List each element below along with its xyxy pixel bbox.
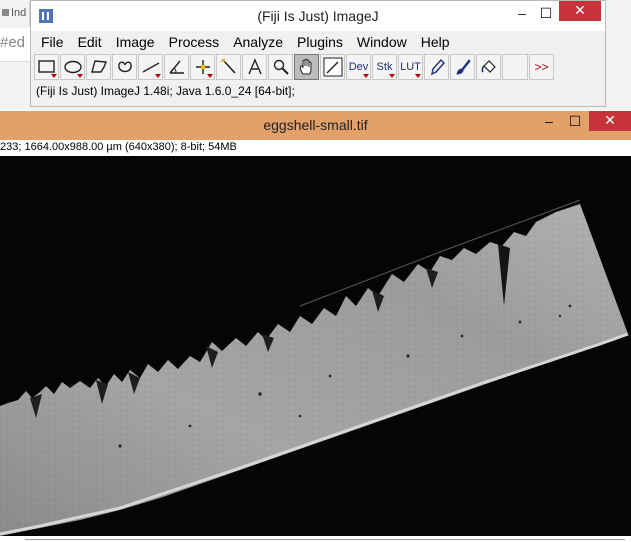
pencil-tool[interactable] (424, 54, 449, 80)
image-canvas[interactable] (0, 156, 631, 536)
line-tool[interactable] (138, 54, 163, 80)
image-info-line: 233; 1664.00x988.00 µm (640x380); 8-bit;… (0, 141, 237, 153)
lut-menu-tool[interactable]: LUT (398, 54, 423, 80)
freehand-tool[interactable] (112, 54, 137, 80)
stk-menu-tool[interactable]: Stk (372, 54, 397, 80)
magnifier-tool[interactable] (268, 54, 293, 80)
image-window: eggshell-small.tif – ☐ ✕ 233; 1664.00x98… (0, 111, 631, 542)
imagej-titlebar[interactable]: (Fiji Is Just) ImageJ – ☐ ✕ (31, 1, 605, 31)
angle-icon (168, 60, 184, 74)
background-tab[interactable]: Ind (0, 2, 30, 26)
hand-icon (299, 58, 311, 75)
tab-icon (2, 9, 9, 16)
empty-tool-slot (502, 54, 528, 80)
menu-file[interactable]: File (34, 32, 71, 52)
polygon-tool[interactable] (86, 54, 111, 80)
more-tools-icon: >> (534, 60, 549, 74)
magnifier-icon (273, 59, 289, 75)
more-tools-button[interactable]: >> (529, 54, 554, 80)
background-text-field[interactable]: #ed (0, 28, 30, 62)
status-bar: (Fiji Is Just) ImageJ 1.48i; Java 1.6.0_… (36, 84, 295, 98)
hand-tool[interactable] (294, 54, 319, 80)
angle-tool[interactable] (164, 54, 189, 80)
imagej-close-button[interactable]: ✕ (559, 1, 601, 21)
wand-tool[interactable] (216, 54, 241, 80)
color-picker-tool[interactable] (320, 54, 345, 80)
brush-tool[interactable] (450, 54, 475, 80)
flood-fill-icon (481, 60, 496, 73)
polygon-icon (90, 60, 107, 73)
toolbar: Dev Stk LUT >> (34, 54, 555, 80)
menu-window[interactable]: Window (350, 32, 414, 52)
oval-tool[interactable] (60, 54, 85, 80)
menu-image[interactable]: Image (109, 32, 162, 52)
menu-plugins[interactable]: Plugins (290, 32, 350, 52)
image-maximize-button[interactable]: ☐ (560, 109, 590, 133)
window-bottom-border (25, 539, 625, 540)
image-close-button[interactable]: ✕ (589, 111, 631, 131)
color-picker-icon (323, 57, 342, 77)
pencil-icon (430, 58, 445, 76)
menu-edit[interactable]: Edit (71, 32, 109, 52)
dev-menu-label: Dev (348, 61, 369, 73)
freehand-icon (117, 61, 132, 73)
text-tool[interactable] (242, 54, 267, 80)
dev-menu-tool[interactable]: Dev (346, 54, 371, 80)
wand-icon (220, 58, 236, 74)
text-icon (247, 58, 262, 75)
brush-icon (455, 59, 471, 75)
point-tool[interactable] (190, 54, 215, 80)
lut-menu-label: LUT (400, 61, 421, 73)
eggshell-micrograph (0, 156, 631, 536)
menubar: File Edit Image Process Analyze Plugins … (31, 32, 457, 52)
menu-analyze[interactable]: Analyze (226, 32, 290, 52)
imagej-main-window: (Fiji Is Just) ImageJ – ☐ ✕ File Edit Im… (30, 0, 606, 107)
maximize-button[interactable]: ☐ (531, 1, 561, 25)
stk-menu-label: Stk (376, 61, 393, 73)
rectangle-tool[interactable] (34, 54, 59, 80)
menu-process[interactable]: Process (162, 32, 227, 52)
image-titlebar[interactable]: eggshell-small.tif – ☐ ✕ (0, 111, 631, 140)
menu-help[interactable]: Help (414, 32, 457, 52)
flood-fill-tool[interactable] (476, 54, 501, 80)
background-tab-label: Ind (11, 7, 27, 19)
